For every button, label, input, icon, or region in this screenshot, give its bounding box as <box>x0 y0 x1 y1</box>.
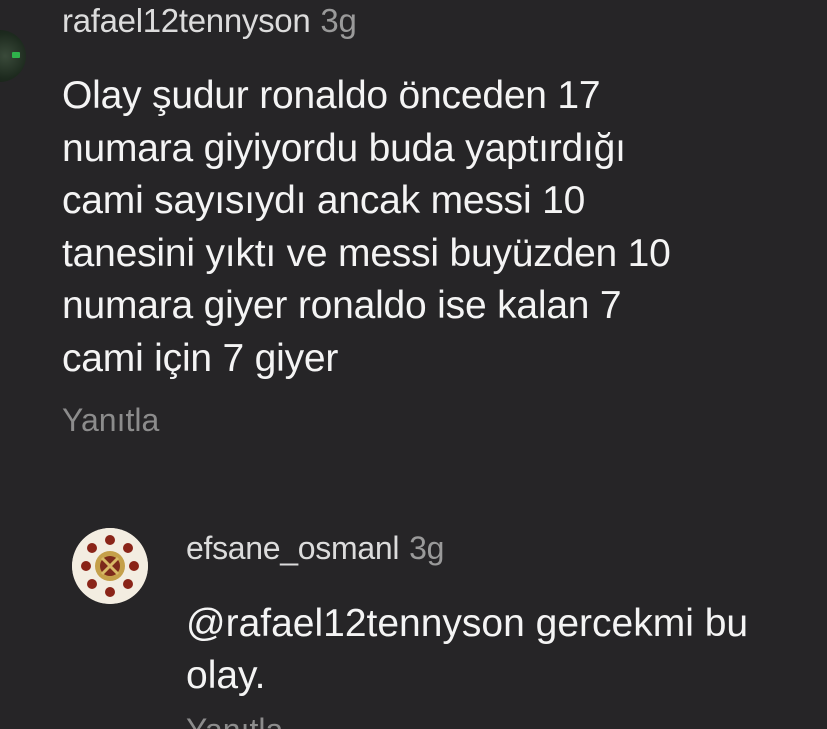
avatar-badge-icon <box>12 52 20 58</box>
reply-text: @rafael12tennyson gercekmi bu olay. <box>186 602 749 697</box>
reply-user-avatar[interactable] <box>72 528 148 604</box>
comments-thread: rafael12tennyson 3g Olay şudur ronaldo ön… <box>0 0 827 729</box>
reply-button[interactable]: Yanıtla <box>62 402 159 439</box>
reply-header: efsane_osmanl 3g <box>186 530 444 567</box>
comment-header: rafael12tennyson 3g <box>62 2 357 40</box>
ottoman-emblem-icon <box>72 528 148 604</box>
reply-username[interactable]: efsane_osmanl <box>186 530 399 566</box>
reply-reply-button[interactable]: Yanıtla <box>186 712 283 729</box>
comment-username[interactable]: rafael12tennyson <box>62 2 311 39</box>
reply-time: 3g <box>409 530 445 566</box>
user-avatar[interactable] <box>0 30 26 82</box>
comment-text: Olay şudur ronaldo önceden 17 numara giy… <box>62 74 671 380</box>
comment-time: 3g <box>320 2 357 39</box>
